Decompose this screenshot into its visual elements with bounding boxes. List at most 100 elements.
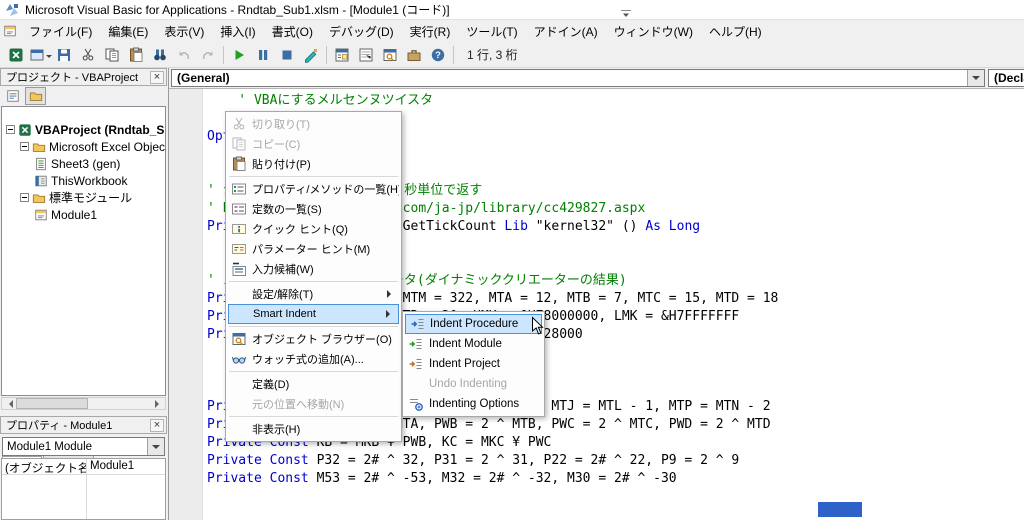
tree-item-label: Module1 bbox=[51, 207, 98, 222]
design-mode-button[interactable] bbox=[299, 44, 323, 66]
menu-item-label: プロパティ/メソッドの一覧(H) bbox=[252, 184, 399, 196]
menu-item-icon-slot bbox=[403, 356, 429, 372]
chevron-down-icon[interactable] bbox=[967, 70, 984, 86]
code-line-1: ' VBAにするメルセンヌツイスタ bbox=[207, 93, 434, 108]
context-menu-item-11[interactable]: Smart Indent bbox=[228, 304, 399, 324]
view-microsoft-excel-button[interactable] bbox=[4, 44, 28, 66]
view-code-icon bbox=[6, 89, 20, 103]
procedure-combo[interactable]: (Declarations) bbox=[988, 69, 1024, 87]
paste-button[interactable] bbox=[124, 44, 148, 66]
help-button[interactable]: ? bbox=[426, 44, 450, 66]
chevron-down-icon[interactable] bbox=[147, 438, 164, 455]
menubar-item-8[interactable]: アドイン(A) bbox=[526, 22, 606, 42]
smart-indent-submenu-item-2[interactable]: Indent Project bbox=[403, 354, 544, 374]
context-menu-item-10[interactable]: 設定/解除(T) bbox=[226, 284, 401, 304]
context-menu-item-8[interactable]: 入力候補(W) bbox=[226, 259, 401, 279]
context-menu-item-5[interactable]: 定数の一覧(S) bbox=[226, 199, 401, 219]
collapse-icon[interactable] bbox=[20, 193, 29, 202]
chevron-down-icon bbox=[45, 55, 52, 61]
text-selection bbox=[818, 502, 862, 517]
menu-item-icon-slot bbox=[226, 181, 252, 197]
context-menu-item-6[interactable]: クイック ヒント(Q) bbox=[226, 219, 401, 239]
property-value[interactable]: Module1 bbox=[86, 459, 165, 474]
run-sub-button[interactable] bbox=[227, 44, 251, 66]
project-explorer-panel: プロジェクト - VBAProject × VBAProject (Rndtab… bbox=[0, 68, 167, 410]
object-combo[interactable]: (General) bbox=[171, 69, 985, 87]
project-tree-hscrollbar[interactable] bbox=[1, 397, 166, 410]
cut-button[interactable] bbox=[76, 44, 100, 66]
context-menu-item-2[interactable]: 貼り付け(P) bbox=[226, 154, 401, 174]
break-button[interactable] bbox=[251, 44, 275, 66]
scrollbar-thumb[interactable] bbox=[16, 398, 88, 409]
context-menu-item-14[interactable]: ウォッチ式の追加(A)... bbox=[226, 349, 401, 369]
menubar-item-3[interactable]: 挿入(I) bbox=[212, 22, 263, 42]
code-combo-bar: (General) (Declarations) bbox=[169, 68, 1024, 89]
project-panel-title: プロジェクト - VBAProject bbox=[6, 72, 139, 84]
context-menu-item-16[interactable]: 定義(D) bbox=[226, 374, 401, 394]
properties-panel-title: プロパティ - Module1 bbox=[6, 420, 113, 432]
margin-indicator-bar[interactable] bbox=[169, 89, 203, 520]
close-icon[interactable]: × bbox=[150, 70, 164, 84]
collapse-icon[interactable] bbox=[20, 142, 29, 151]
menubar-item-1[interactable]: 編集(E) bbox=[100, 22, 156, 42]
menubar-item-0[interactable]: ファイル(F) bbox=[21, 22, 100, 42]
reset-button[interactable] bbox=[275, 44, 299, 66]
menu-separator bbox=[229, 176, 398, 177]
procedure-combo-value: (Declarations) bbox=[994, 71, 1024, 85]
save-button[interactable] bbox=[52, 44, 76, 66]
properties-window-icon bbox=[358, 47, 374, 63]
context-menu-item-19[interactable]: 非表示(H) bbox=[226, 419, 401, 439]
context-menu-item-4[interactable]: プロパティ/メソッドの一覧(H) bbox=[226, 179, 401, 199]
project-tree[interactable]: VBAProject (Rndtab_Sub1.xlsm) Microsoft E… bbox=[1, 106, 166, 396]
tree-item-0[interactable]: VBAProject (Rndtab_Sub1.xlsm) bbox=[2, 121, 165, 138]
menubar-item-5[interactable]: デバッグ(D) bbox=[321, 22, 402, 42]
tree-item-1[interactable]: Microsoft Excel Objects bbox=[2, 138, 165, 155]
cut-icon bbox=[231, 116, 247, 132]
smart-indent-submenu-item-0[interactable]: Indent Procedure bbox=[405, 314, 542, 334]
scroll-left-icon[interactable] bbox=[2, 398, 15, 409]
menubar-item-10[interactable]: ヘルプ(H) bbox=[701, 22, 770, 42]
menubar-item-4[interactable]: 書式(O) bbox=[264, 22, 321, 42]
menu-item-icon-slot bbox=[226, 261, 252, 277]
chevron-down-icon bbox=[618, 6, 634, 22]
project-explorer-button[interactable] bbox=[330, 44, 354, 66]
object-selector-combo[interactable]: Module1 Module bbox=[2, 437, 165, 456]
menu-item-label: 切り取り(T) bbox=[252, 119, 311, 131]
toolbar-overflow-button[interactable] bbox=[614, 3, 638, 25]
menu-item-label: 元の位置へ移動(N) bbox=[252, 399, 345, 411]
tree-item-4[interactable]: 標準モジュール bbox=[2, 189, 165, 206]
menu-item-label: 設定/解除(T) bbox=[252, 289, 314, 301]
menu-item-icon-slot bbox=[226, 136, 252, 152]
context-menu-item-13[interactable]: オブジェクト ブラウザー(O) bbox=[226, 329, 401, 349]
copy-button[interactable] bbox=[100, 44, 124, 66]
window-title: Microsoft Visual Basic for Applications … bbox=[25, 3, 450, 17]
find-button[interactable] bbox=[148, 44, 172, 66]
collapse-icon[interactable] bbox=[6, 125, 15, 134]
smart-indent-submenu-item-1[interactable]: Indent Module bbox=[403, 334, 544, 354]
scroll-right-icon[interactable] bbox=[152, 398, 165, 409]
tree-item-3[interactable]: ThisWorkbook bbox=[2, 172, 165, 189]
tree-item-2[interactable]: Sheet3 (gen) bbox=[2, 155, 165, 172]
insert-object-button[interactable] bbox=[28, 44, 52, 66]
submenu-arrow-icon bbox=[386, 310, 394, 318]
smart-indent-submenu-item-4[interactable]: Indenting Options bbox=[403, 394, 544, 414]
tree-item-5[interactable]: Module1 bbox=[2, 206, 165, 223]
property-row[interactable]: (オブジェクト名) Module1 bbox=[2, 459, 165, 475]
properties-window-button[interactable] bbox=[354, 44, 378, 66]
context-menu-item-7[interactable]: パラメーター ヒント(M) bbox=[226, 239, 401, 259]
properties-grid[interactable]: (オブジェクト名) Module1 bbox=[1, 458, 166, 520]
view-code-button[interactable] bbox=[2, 87, 23, 105]
menubar-item-7[interactable]: ツール(T) bbox=[458, 22, 525, 42]
menubar-item-6[interactable]: 実行(R) bbox=[402, 22, 459, 42]
menu-item-icon-slot bbox=[403, 336, 429, 352]
toggle-folders-button[interactable] bbox=[25, 87, 46, 105]
object-browser-button[interactable] bbox=[378, 44, 402, 66]
left-dock: プロジェクト - VBAProject × VBAProject (Rndtab… bbox=[0, 68, 167, 520]
close-icon[interactable]: × bbox=[150, 418, 164, 432]
properties-panel-header: プロパティ - Module1 × bbox=[0, 416, 167, 434]
menubar-item-2[interactable]: 表示(V) bbox=[156, 22, 212, 42]
toolbar-buttons: ? bbox=[4, 44, 450, 66]
help-icon: ? bbox=[430, 47, 446, 63]
project-explorer-icon bbox=[334, 47, 350, 63]
toolbox-button[interactable] bbox=[402, 44, 426, 66]
